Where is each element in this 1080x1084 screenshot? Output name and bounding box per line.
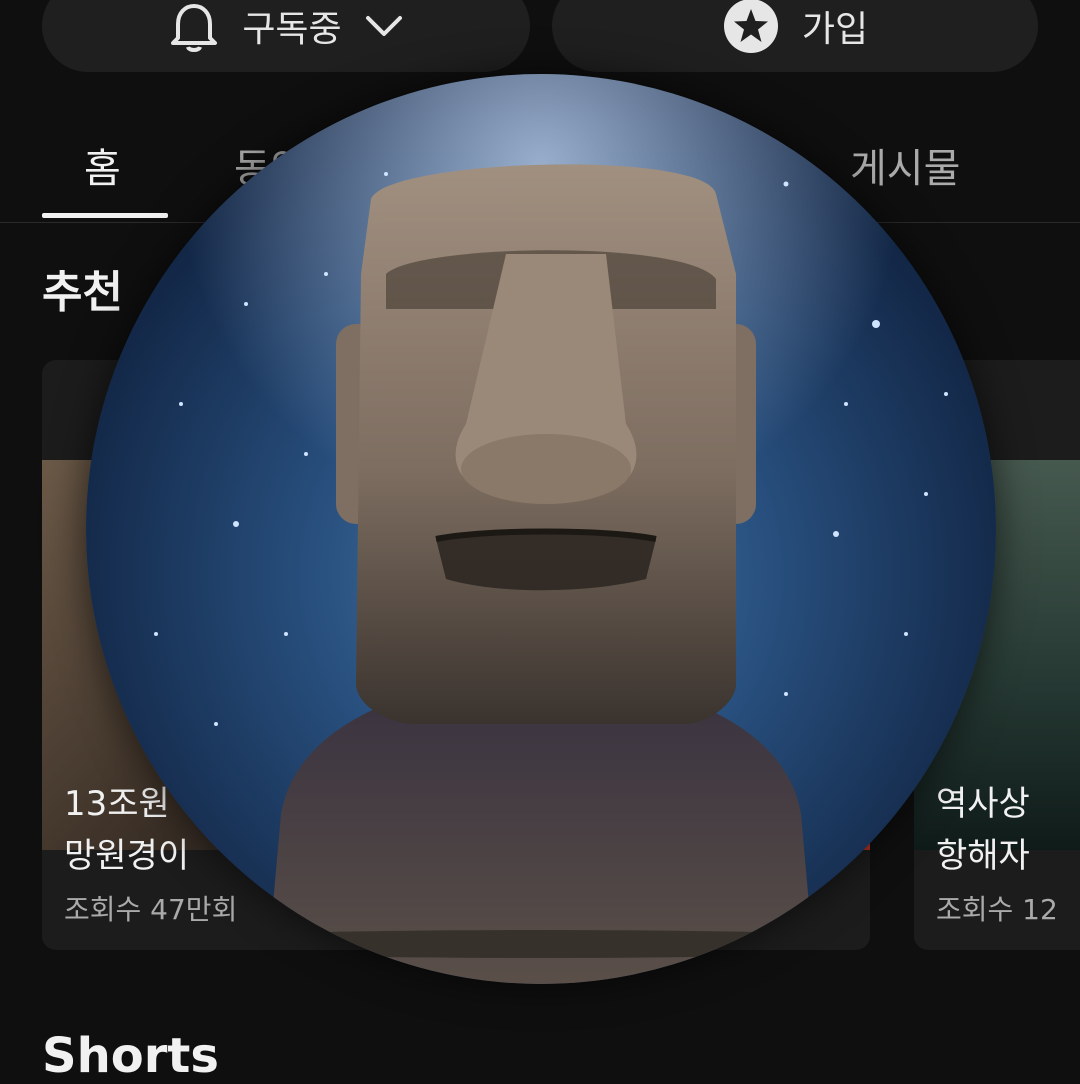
moai-statue-avatar [86, 74, 996, 984]
tab-posts[interactable]: 게시물 [850, 136, 960, 194]
video-title: 역사상 항해자 [936, 784, 1030, 876]
subscribed-label: 구독중 [242, 9, 342, 50]
recommended-section-title: 추천 [42, 267, 123, 318]
moai-statue-icon [86, 74, 996, 984]
join-button[interactable]: 가입 [552, 0, 1038, 72]
active-tab-indicator [42, 213, 168, 218]
chevron-down-icon [364, 12, 404, 40]
shorts-section-title: Shorts [42, 1028, 219, 1084]
join-label: 가입 [801, 9, 869, 50]
star-badge-icon [722, 0, 780, 55]
video-views: 조회수 47만회 [64, 893, 238, 926]
subscribed-button[interactable]: 구독중 [42, 0, 530, 72]
video-views: 조회수 12 [936, 893, 1058, 926]
tab-home[interactable]: 홈 [84, 136, 121, 194]
bell-icon [168, 0, 220, 54]
